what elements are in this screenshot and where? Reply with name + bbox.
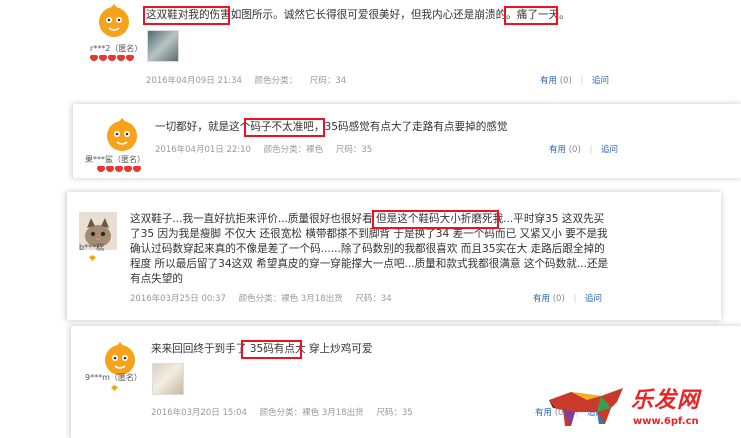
buyer-level-badges xyxy=(90,55,134,63)
reply-link[interactable]: 追问 xyxy=(585,294,602,304)
review-meta: 2016年04月01日 22:10 颜色分类：裸色 尺码：35 xyxy=(155,143,382,155)
heart-badge-icon xyxy=(106,166,114,172)
useful-count: (0) xyxy=(559,76,572,86)
review-date: 2016年04月09日 21:34 xyxy=(146,76,242,86)
review-photo-thumbnail[interactable] xyxy=(152,363,184,395)
review-text-line: 有点失望的 xyxy=(130,273,183,285)
review-text-line: 程度 所以最后留了34这双 希望真皮的穿一穿能撑大一点吧...质量和款式我都很满… xyxy=(130,258,609,270)
user-avatar-icon xyxy=(107,118,137,151)
review-meta: 2016年04月09日 21:34 颜色分类： 尺码：34 xyxy=(146,74,356,86)
review-meta: 2016年03月25日 00:37 颜色分类：裸色 3月18出货 尺码：34 xyxy=(130,292,402,304)
review-card-3: b***糕 这双鞋子...我一直好抗拒来评价...质量很好也很好看 但是这个鞋码… xyxy=(66,192,721,320)
color-spec: 颜色分类： xyxy=(254,76,298,86)
user-avatar-icon xyxy=(99,4,129,37)
heart-badge-icon xyxy=(126,55,134,61)
highlight-box xyxy=(372,210,499,229)
heart-badge-icon xyxy=(133,166,141,172)
highlight-box xyxy=(504,6,558,25)
review-text: 一切都好，就是这个码子不太准吧，35码感觉有点大了走路有点要掉的感觉 xyxy=(155,121,508,133)
highlight-box xyxy=(244,118,325,137)
username: b***糕 xyxy=(79,243,105,252)
buyer-level-badges xyxy=(111,385,118,393)
username: 9***m（匿名） xyxy=(85,373,142,382)
review-actions: 有用 (0) | 追问 xyxy=(533,294,603,304)
watermark-logo: 乐发网 www.6pf.cn xyxy=(541,378,741,438)
color-spec: 颜色分类：裸色 xyxy=(263,145,324,155)
size-spec: 尺码：35 xyxy=(335,145,373,155)
watermark-title: 乐发网 xyxy=(631,388,701,413)
review-actions: 有用 (0) | 追问 xyxy=(549,145,619,155)
color-spec: 颜色分类：裸色 3月18出货 xyxy=(238,294,343,304)
heart-badge-icon xyxy=(108,55,116,61)
color-spec: 颜色分类：裸色 3月18出货 xyxy=(259,408,364,418)
highlight-box xyxy=(241,340,302,359)
avatar[interactable] xyxy=(103,116,141,154)
heart-badge-icon xyxy=(117,55,125,61)
useful-link[interactable]: 有用 xyxy=(533,294,550,304)
heart-badge-icon xyxy=(90,55,98,61)
review-date: 2016年03月20日 15:04 xyxy=(151,408,247,418)
username: r***2（匿名） xyxy=(90,44,143,53)
size-spec: 尺码：35 xyxy=(376,408,413,418)
review-text-line: 了35 因为我是瘦脚 不仅大 还很宽松 横带都搽不到脚背 于是换了34 差一个码… xyxy=(130,228,608,240)
heart-badge-icon xyxy=(97,166,105,172)
useful-count: (0) xyxy=(568,145,581,155)
highlight-box xyxy=(143,6,230,25)
heart-badge-icon xyxy=(99,55,107,61)
size-spec: 尺码：34 xyxy=(355,294,392,304)
useful-link[interactable]: 有用 xyxy=(540,76,557,86)
review-photo-thumbnail[interactable] xyxy=(147,30,179,62)
avatar[interactable] xyxy=(95,2,133,40)
buyer-level-badges xyxy=(97,166,141,174)
heart-badge-icon xyxy=(115,166,123,172)
gold-badge-icon xyxy=(111,385,118,391)
review-actions: 有用 (0) | 追问 xyxy=(540,76,610,86)
buyer-level-badges xyxy=(89,255,96,263)
review-date: 2016年04月01日 22:10 xyxy=(155,145,251,155)
review-text-line: 确认过码数穿起来真的不像是差了一个码......除了码数别的我都很喜欢 而且35… xyxy=(130,243,605,255)
reply-link[interactable]: 追问 xyxy=(592,76,609,86)
username: 果***鲨（匿名） xyxy=(85,155,145,164)
bull-logo-icon xyxy=(549,388,623,426)
review-meta: 2016年03月20日 15:04 颜色分类：裸色 3月18出货 尺码：35 xyxy=(151,406,423,418)
review-card-2: 果***鲨（匿名） 一切都好，就是这个码子不太准吧，35码感觉有点大了走路有点要… xyxy=(72,104,741,178)
watermark-url: www.6pf.cn xyxy=(633,416,699,427)
heart-badge-icon xyxy=(124,166,132,172)
size-spec: 尺码：34 xyxy=(309,76,347,86)
reply-link[interactable]: 追问 xyxy=(601,145,618,155)
gold-badge-icon xyxy=(89,255,96,261)
review-date: 2016年03月25日 00:37 xyxy=(130,294,226,304)
useful-link[interactable]: 有用 xyxy=(549,145,566,155)
review-card-1: r***2（匿名） 这双鞋对我的伤害如图所示。诚然它长得很可爱很美好，但我内心还… xyxy=(0,0,741,92)
useful-count: (0) xyxy=(552,294,565,304)
